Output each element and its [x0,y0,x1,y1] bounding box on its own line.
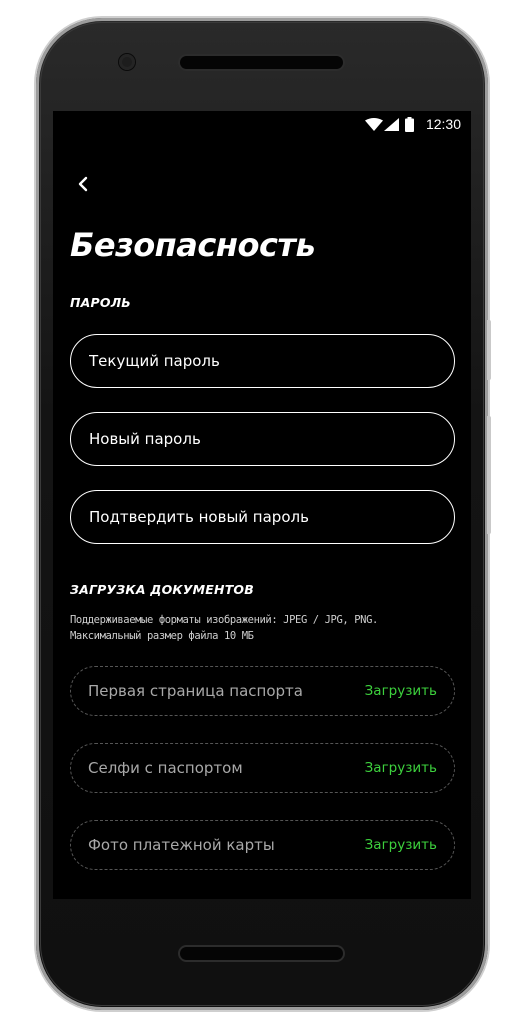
bottom-speaker [180,947,343,960]
wifi-icon [365,118,383,131]
upload-label: Первая страница паспорта [88,682,303,700]
upload-label: Фото платежной карты [88,836,275,854]
upload-label: Селфи с паспортом [88,759,243,777]
current-password-input[interactable] [70,334,455,388]
upload-button[interactable]: Загрузить [365,837,437,853]
chevron-left-icon[interactable] [75,175,91,193]
front-camera [119,54,135,70]
upload-hint: Поддерживаемые форматы изображений: JPEG… [70,612,460,644]
phone-side-button-power [487,320,491,380]
phone-side-button-volume [487,416,491,534]
password-section-title: ПАРОЛЬ [70,295,132,310]
upload-hint-formats: Поддерживаемые форматы изображений: JPEG… [70,614,378,626]
upload-button[interactable]: Загрузить [365,683,437,699]
page-title: Безопасность [70,226,316,264]
battery-icon [405,117,414,132]
upload-button[interactable]: Загрузить [365,760,437,776]
upload-hint-size: Максимальный размер файла 10 МБ [70,630,254,642]
phone-frame: 12:30 Безопасность ПАРОЛЬ ЗАГРУЗКА ДОКУМ… [36,18,491,1010]
new-password-input[interactable] [70,412,455,466]
upload-payment-card-photo[interactable]: Фото платежной карты Загрузить [70,820,455,870]
status-time: 12:30 [425,116,461,132]
upload-passport-first-page[interactable]: Первая страница паспорта Загрузить [70,666,455,716]
app-screen: 12:30 Безопасность ПАРОЛЬ ЗАГРУЗКА ДОКУМ… [53,111,471,899]
confirm-password-input[interactable] [70,490,455,544]
status-bar: 12:30 [53,111,471,137]
signal-icon [384,118,399,131]
top-speaker [180,56,343,69]
documents-section-title: ЗАГРУЗКА ДОКУМЕНТОВ [70,582,254,597]
upload-selfie-with-passport[interactable]: Селфи с паспортом Загрузить [70,743,455,793]
